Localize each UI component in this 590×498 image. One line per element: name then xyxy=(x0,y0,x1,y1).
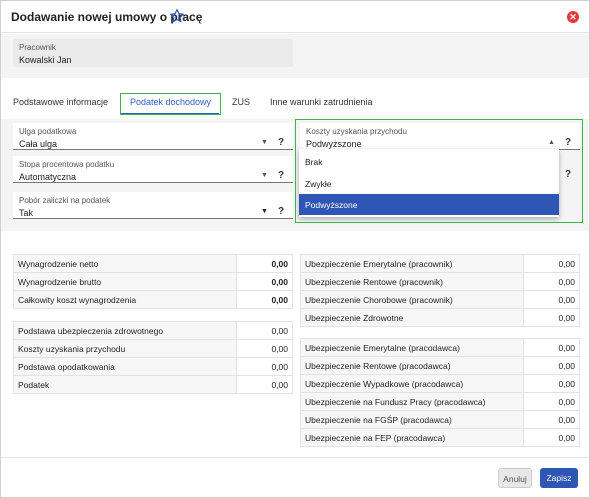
income-costs-highlight-box xyxy=(295,119,583,223)
row-label: Ubezpieczenie Wypadkowe (pracodawca) xyxy=(300,374,524,393)
table-row: Ubezpieczenie Emerytalne (pracownik) 0,00 xyxy=(300,254,580,273)
table-row: Ubezpieczenie Zdrowotne 0,00 xyxy=(300,308,580,327)
row-value: 0,00 xyxy=(236,357,293,376)
table-row: Podstawa opodatkowania 0,00 xyxy=(13,357,293,376)
employee-value: Kowalski Jan xyxy=(19,55,72,65)
tab-basic-info[interactable]: Podstawowe informacje xyxy=(13,97,108,107)
employee-field: Pracownik Kowalski Jan xyxy=(13,39,293,67)
row-value: 0,00 xyxy=(236,375,293,394)
row-value: 0,00 xyxy=(523,272,580,291)
tax-relief-value: Cała ulga xyxy=(19,139,58,149)
close-icon[interactable]: ✕ xyxy=(567,11,579,23)
table-row: Ubezpieczenie na FGŚP (pracodawca) 0,00 xyxy=(300,410,580,429)
row-label: Podatek xyxy=(13,375,237,394)
row-label: Ubezpieczenie Rentowe (pracownik) xyxy=(300,272,524,291)
chevron-down-icon[interactable]: ▼ xyxy=(261,208,268,215)
row-label: Podstawa ubezpieczenia zdrowotnego xyxy=(13,321,237,340)
table-row: Ubezpieczenie Chorobowe (pracownik) 0,00 xyxy=(300,290,580,309)
tax-advance-select[interactable]: Pobór zaliczki na podatek Tak ▼ ? xyxy=(13,192,293,219)
row-value: 0,00 xyxy=(523,374,580,393)
row-value: 0,00 xyxy=(236,321,293,340)
table-row: Ubezpieczenie Wypadkowe (pracodawca) 0,00 xyxy=(300,374,580,393)
row-label: Podstawa opodatkowania xyxy=(13,357,237,376)
tab-bar: Podstawowe informacje Podatek dochodowy … xyxy=(1,91,589,115)
row-label: Koszty uzyskania przychodu xyxy=(13,339,237,358)
row-value: 0,00 xyxy=(236,290,293,309)
salary-summary-table: Wynagrodzenie netto 0,00 Wynagrodzenie br… xyxy=(13,254,293,309)
row-label: Ubezpieczenie Emerytalne (pracodawca) xyxy=(300,338,524,357)
employee-insurance-table: Ubezpieczenie Emerytalne (pracownik) 0,00… xyxy=(300,254,580,327)
cancel-button[interactable]: Anuluj xyxy=(498,468,532,488)
tax-advance-value: Tak xyxy=(19,208,34,218)
table-row: Ubezpieczenie Rentowe (pracownik) 0,00 xyxy=(300,272,580,291)
table-row: Ubezpieczenie Rentowe (pracodawca) 0,00 xyxy=(300,356,580,375)
row-label: Ubezpieczenie na FEP (pracodawca) xyxy=(300,428,524,447)
table-row: Ubezpieczenie na FEP (pracodawca) 0,00 xyxy=(300,428,580,447)
help-icon[interactable]: ? xyxy=(278,137,284,148)
table-row: Wynagrodzenie netto 0,00 xyxy=(13,254,293,273)
row-value: 0,00 xyxy=(523,410,580,429)
favorite-star-icon[interactable] xyxy=(169,8,185,24)
row-value: 0,00 xyxy=(523,428,580,447)
tax-rate-label: Stopa procentowa podatku xyxy=(19,160,115,169)
help-icon[interactable]: ? xyxy=(278,170,284,181)
row-value: 0,00 xyxy=(523,356,580,375)
tax-relief-select[interactable]: Ulga podatkowa Cała ulga ▼ ? xyxy=(13,123,293,150)
chevron-down-icon[interactable]: ▼ xyxy=(261,172,268,179)
row-value: 0,00 xyxy=(236,254,293,273)
row-label: Ubezpieczenie Rentowe (pracodawca) xyxy=(300,356,524,375)
table-row: Całkowity koszt wynagrodzenia 0,00 xyxy=(13,290,293,309)
table-row: Podstawa ubezpieczenia zdrowotnego 0,00 xyxy=(13,321,293,340)
tax-advance-label: Pobór zaliczki na podatek xyxy=(19,196,111,205)
row-value: 0,00 xyxy=(523,308,580,327)
table-row: Ubezpieczenie Emerytalne (pracodawca) 0,0… xyxy=(300,338,580,357)
row-label: Ubezpieczenie Emerytalne (pracownik) xyxy=(300,254,524,273)
table-row: Podatek 0,00 xyxy=(13,375,293,394)
table-row: Koszty uzyskania przychodu 0,00 xyxy=(13,339,293,358)
help-icon[interactable]: ? xyxy=(278,206,284,217)
table-row: Ubezpieczenie na Fundusz Pracy (pracodaw… xyxy=(300,392,580,411)
tax-relief-label: Ulga podatkowa xyxy=(19,127,77,136)
row-label: Całkowity koszt wynagrodzenia xyxy=(13,290,237,309)
employer-insurance-table: Ubezpieczenie Emerytalne (pracodawca) 0,0… xyxy=(300,338,580,447)
row-label: Ubezpieczenie na Fundusz Pracy (pracodaw… xyxy=(300,392,524,411)
row-value: 0,00 xyxy=(523,254,580,273)
contract-dialog: Dodawanie nowej umowy o pracę ✕ Pracowni… xyxy=(0,0,590,498)
table-row: Wynagrodzenie brutto 0,00 xyxy=(13,272,293,291)
row-label: Wynagrodzenie netto xyxy=(13,254,237,273)
employee-label: Pracownik xyxy=(19,43,56,52)
tab-highlight-box xyxy=(120,93,221,115)
tax-rate-select[interactable]: Stopa procentowa podatku Automatyczna ▼ … xyxy=(13,156,293,183)
row-label: Ubezpieczenie na FGŚP (pracodawca) xyxy=(300,410,524,429)
row-value: 0,00 xyxy=(523,290,580,309)
chevron-down-icon[interactable]: ▼ xyxy=(261,139,268,146)
row-value: 0,00 xyxy=(236,272,293,291)
dialog-footer: Anuluj Zapisz xyxy=(1,457,589,497)
tab-other-conditions[interactable]: Inne warunki zatrudnienia xyxy=(270,97,373,107)
row-value: 0,00 xyxy=(523,392,580,411)
tax-rate-value: Automatyczna xyxy=(19,172,77,182)
row-value: 0,00 xyxy=(523,338,580,357)
row-label: Ubezpieczenie Zdrowotne xyxy=(300,308,524,327)
row-label: Wynagrodzenie brutto xyxy=(13,272,237,291)
dialog-header: Dodawanie nowej umowy o pracę ✕ xyxy=(1,1,589,33)
save-button[interactable]: Zapisz xyxy=(540,468,578,488)
row-value: 0,00 xyxy=(236,339,293,358)
row-label: Ubezpieczenie Chorobowe (pracownik) xyxy=(300,290,524,309)
tab-zus[interactable]: ZUS xyxy=(232,97,250,107)
tax-summary-table: Podstawa ubezpieczenia zdrowotnego 0,00 K… xyxy=(13,321,293,394)
